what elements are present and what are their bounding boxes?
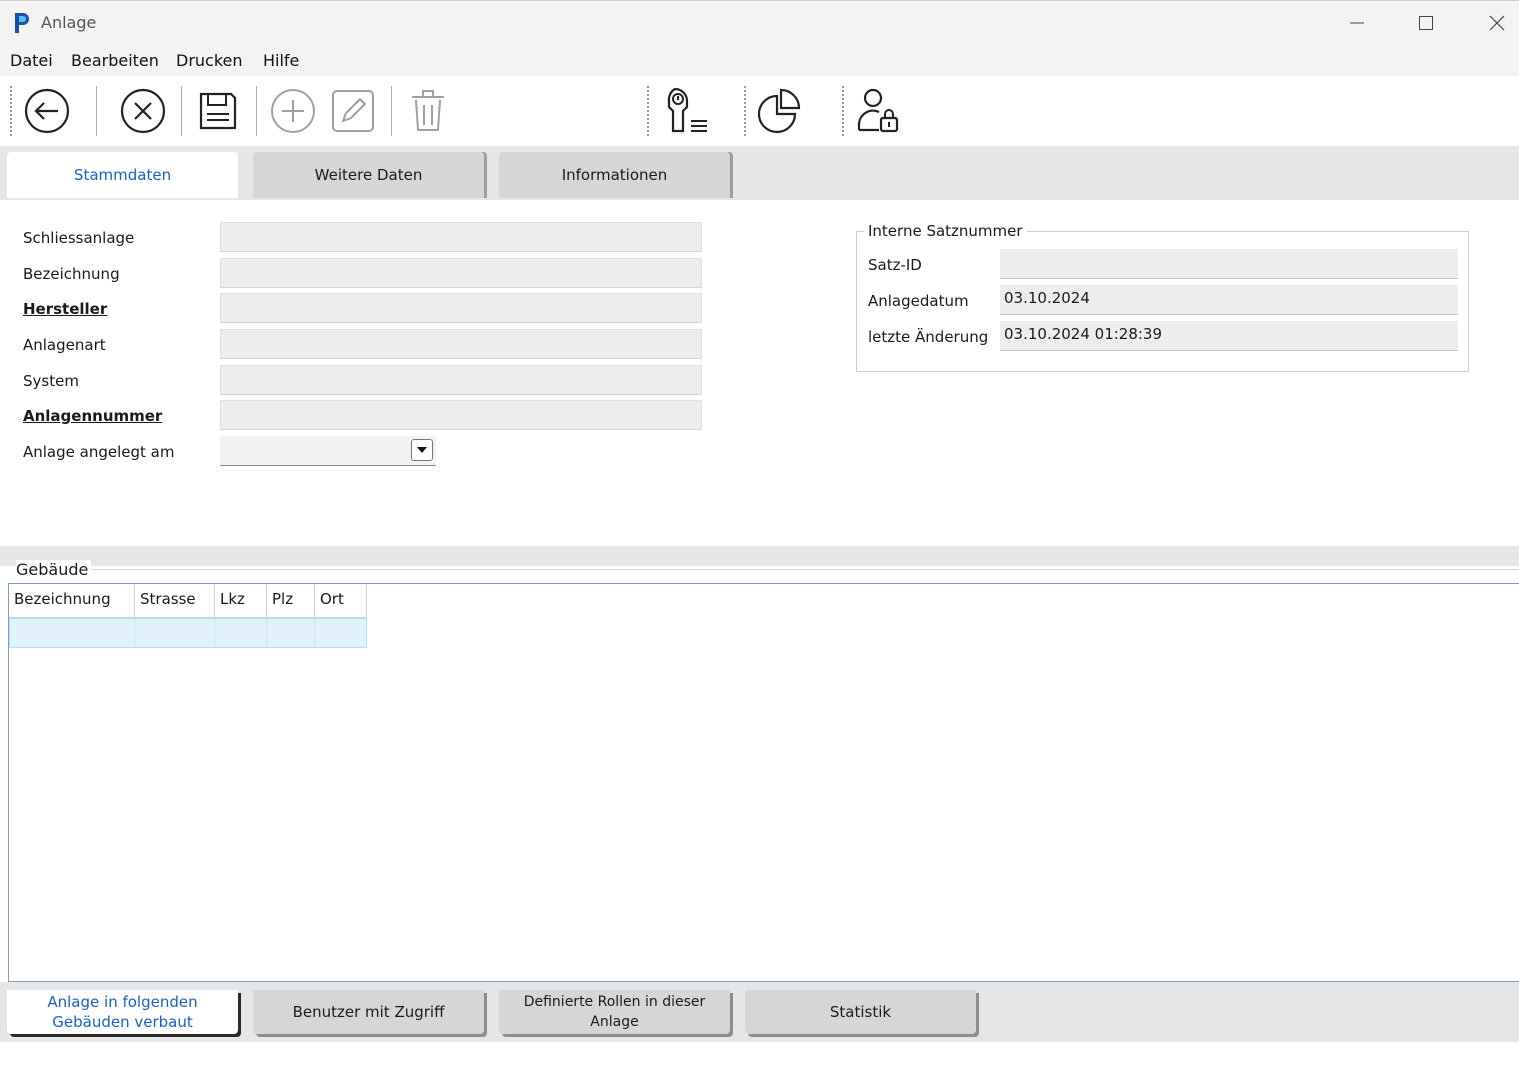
tab-informationen[interactable]: Informationen bbox=[499, 152, 730, 198]
toolbar-separator bbox=[96, 86, 97, 136]
statistics-button[interactable] bbox=[753, 84, 807, 138]
save-icon bbox=[199, 92, 237, 130]
window-title: Anlage bbox=[41, 13, 97, 32]
tab-stammdaten[interactable]: Stammdaten bbox=[7, 152, 238, 198]
user-access-button[interactable] bbox=[851, 84, 905, 138]
close-icon bbox=[1489, 15, 1505, 31]
column-header-lkz[interactable]: Lkz bbox=[215, 584, 267, 618]
table-cell[interactable] bbox=[267, 618, 315, 648]
label-anlagedatum: Anlagedatum bbox=[868, 292, 969, 310]
edit-button[interactable] bbox=[326, 84, 380, 138]
menu-hilfe[interactable]: Hilfe bbox=[263, 51, 299, 70]
dropdown-button[interactable] bbox=[411, 439, 433, 461]
delete-icon bbox=[412, 90, 444, 131]
add-button[interactable] bbox=[266, 84, 320, 138]
back-button[interactable] bbox=[20, 84, 74, 138]
chevron-down-icon bbox=[417, 447, 427, 453]
main-tabstrip: Stammdaten Weitere Daten Informationen bbox=[0, 146, 1519, 200]
table-cell[interactable] bbox=[215, 618, 267, 648]
column-header-ort[interactable]: Ort bbox=[315, 584, 367, 618]
label-hersteller-link[interactable]: Hersteller bbox=[23, 300, 107, 318]
label-system: System bbox=[23, 372, 79, 390]
schliessanlage-input[interactable] bbox=[220, 222, 702, 252]
anlagennummer-input[interactable] bbox=[220, 400, 702, 430]
column-header-strasse[interactable]: Strasse bbox=[135, 584, 215, 618]
bezeichnung-input[interactable] bbox=[220, 258, 702, 288]
pie-chart-icon bbox=[757, 88, 801, 134]
column-header-bezeichnung[interactable]: Bezeichnung bbox=[9, 584, 135, 618]
column-header-plz[interactable]: Plz bbox=[267, 584, 315, 618]
save-button[interactable] bbox=[191, 84, 245, 138]
system-input[interactable] bbox=[220, 365, 702, 395]
maximize-icon bbox=[1419, 16, 1433, 30]
toolbar-separator bbox=[391, 86, 392, 136]
label-angelegt-am: Anlage angelegt am bbox=[23, 443, 175, 461]
cancel-button[interactable] bbox=[116, 84, 170, 138]
minimize-button[interactable] bbox=[1322, 1, 1392, 45]
menu-datei[interactable]: Datei bbox=[10, 51, 53, 70]
back-arrow-icon bbox=[24, 88, 70, 134]
tab-definierte-rollen[interactable]: Definierte Rollen in dieser Anlage bbox=[499, 990, 730, 1034]
table-cell[interactable] bbox=[9, 618, 135, 648]
tab-benutzer-mit-zugriff[interactable]: Benutzer mit Zugriff bbox=[253, 990, 484, 1034]
edit-icon bbox=[332, 90, 374, 132]
gebaeude-group-line bbox=[90, 569, 1519, 570]
label-schliessanlage: Schliessanlage bbox=[23, 229, 135, 247]
anlagedatum-field: 03.10.2024 bbox=[1000, 285, 1458, 315]
toolbar bbox=[0, 76, 1519, 146]
toolbar-separator bbox=[744, 86, 746, 136]
anlagenart-input[interactable] bbox=[220, 329, 702, 359]
key-list-button[interactable] bbox=[656, 84, 710, 138]
user-lock-icon bbox=[857, 88, 899, 133]
toolbar-separator bbox=[10, 86, 12, 136]
tab-statistik[interactable]: Statistik bbox=[745, 990, 976, 1034]
label-anlagenart: Anlagenart bbox=[23, 336, 106, 354]
toolbar-separator bbox=[256, 86, 257, 136]
maximize-button[interactable] bbox=[1391, 1, 1461, 45]
label-satz-id: Satz-ID bbox=[868, 256, 922, 274]
label-bezeichnung: Bezeichnung bbox=[23, 265, 120, 283]
menu-bar: Datei Bearbeiten Drucken Hilfe bbox=[0, 44, 1519, 76]
section-divider bbox=[0, 546, 1519, 566]
menu-drucken[interactable]: Drucken bbox=[176, 51, 243, 70]
add-icon bbox=[271, 89, 315, 133]
close-button[interactable] bbox=[1462, 1, 1519, 45]
toolbar-separator bbox=[842, 86, 844, 136]
letzte-aenderung-field: 03.10.2024 01:28:39 bbox=[1000, 321, 1458, 351]
table-cell[interactable] bbox=[135, 618, 215, 648]
hersteller-input[interactable] bbox=[220, 293, 702, 323]
app-logo-icon bbox=[15, 13, 29, 33]
angelegt-am-date-picker[interactable] bbox=[220, 436, 436, 466]
satz-id-field bbox=[1000, 249, 1458, 279]
label-letzte-aenderung: letzte Änderung bbox=[868, 328, 989, 346]
cancel-icon bbox=[120, 88, 166, 134]
toolbar-separator bbox=[181, 86, 182, 136]
key-list-icon bbox=[667, 87, 707, 133]
label-anlagennummer-link[interactable]: Anlagennummer bbox=[23, 407, 162, 425]
delete-button[interactable] bbox=[401, 84, 455, 138]
interne-satznummer-title: Interne Satznummer bbox=[864, 222, 1027, 240]
tab-gebaeude-verbaut[interactable]: Anlage in folgenden Gebäuden verbaut bbox=[7, 990, 238, 1034]
minimize-icon bbox=[1350, 22, 1364, 24]
tab-weitere-daten[interactable]: Weitere Daten bbox=[253, 152, 484, 198]
menu-bearbeiten[interactable]: Bearbeiten bbox=[71, 51, 159, 70]
toolbar-separator bbox=[647, 86, 649, 136]
title-bar: Anlage bbox=[0, 0, 1519, 44]
gebaeude-title: Gebäude bbox=[16, 560, 92, 579]
